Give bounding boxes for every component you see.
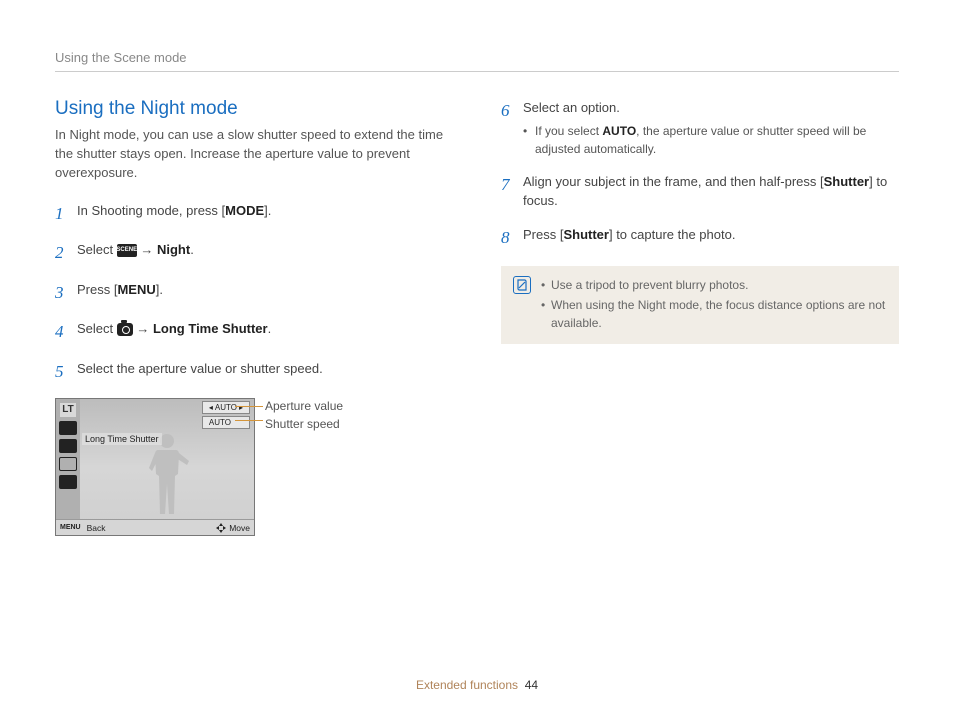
- left-column: Using the Night mode In Night mode, you …: [55, 98, 453, 546]
- step-4: 4 Select → Long Time Shutter.: [55, 319, 453, 345]
- mode-key: MODE: [225, 203, 264, 218]
- lcd-mode-label: Long Time Shutter: [82, 433, 162, 445]
- step-pre: Press [: [523, 227, 563, 242]
- lcd-icon: [59, 421, 77, 435]
- callout-shutter: Shutter speed: [265, 416, 343, 432]
- menu-key: MENU: [117, 282, 155, 297]
- step-suffix: ].: [156, 282, 163, 297]
- step-number: 1: [55, 201, 67, 227]
- section-header: Using the Scene mode: [55, 50, 899, 72]
- scene-icon: SCENE: [117, 244, 137, 257]
- callout-aperture: Aperture value: [265, 398, 343, 414]
- lcd-main: ◂AUTO▸ AUTO Long Time Shutter: [80, 399, 254, 519]
- step-6: 6 Select an option. If you select AUTO, …: [501, 98, 899, 158]
- step-sub-bullet: If you select AUTO, the aperture value o…: [523, 122, 899, 158]
- step-number: 8: [501, 225, 513, 251]
- shutter-auto: AUTO: [209, 417, 231, 428]
- step-3: 3 Press [MENU].: [55, 280, 453, 306]
- shutter-pill: AUTO: [202, 416, 250, 429]
- camera-icon: [117, 323, 133, 336]
- step-main: Select an option.: [523, 100, 620, 115]
- step-text: Press [Shutter] to capture the photo.: [523, 225, 899, 251]
- step-1: 1 In Shooting mode, press [MODE].: [55, 201, 453, 227]
- lcd-icon: [59, 475, 77, 489]
- step-number: 6: [501, 98, 513, 158]
- step-text: Align your subject in the frame, and the…: [523, 172, 899, 211]
- page-footer: Extended functions 44: [0, 678, 954, 692]
- step-post: ] to capture the photo.: [609, 227, 735, 242]
- step-text: Select → Long Time Shutter.: [77, 319, 453, 345]
- move-label: Move: [229, 523, 250, 533]
- callout-line: [235, 406, 263, 407]
- step-7: 7 Align your subject in the frame, and t…: [501, 172, 899, 211]
- lcd-icon: [59, 457, 77, 471]
- page-title: Using the Night mode: [55, 98, 453, 120]
- note-item: When using the Night mode, the focus dis…: [541, 296, 887, 332]
- camera-lcd-screenshot: LT ◂AUTO▸ AUTO: [55, 398, 255, 536]
- step-5: 5 Select the aperture value or shutter s…: [55, 359, 453, 385]
- step-2: 2 Select SCENE → Night.: [55, 240, 453, 266]
- step-number: 3: [55, 280, 67, 306]
- long-time-shutter-label: Long Time Shutter: [153, 321, 268, 336]
- step-prefix: Select: [77, 242, 117, 257]
- lcd-icon: [59, 439, 77, 453]
- callout-line: [235, 420, 263, 421]
- note-box: Use a tripod to prevent blurry photos. W…: [501, 266, 899, 344]
- step-suffix: .: [268, 321, 272, 336]
- step-number: 2: [55, 240, 67, 266]
- page-number: 44: [525, 678, 538, 692]
- shutter-key: Shutter: [563, 227, 609, 242]
- step-text: Press [MENU].: [77, 280, 453, 306]
- note-list: Use a tripod to prevent blurry photos. W…: [541, 276, 887, 334]
- back-label: Back: [87, 523, 106, 533]
- shutter-key: Shutter: [824, 174, 870, 189]
- aperture-pill: ◂AUTO▸: [202, 401, 250, 414]
- lcd-wrap: LT ◂AUTO▸ AUTO: [55, 398, 453, 536]
- step-pre: Align your subject in the frame, and the…: [523, 174, 824, 189]
- step-text: In Shooting mode, press [MODE].: [77, 201, 453, 227]
- step-text: Select SCENE → Night.: [77, 240, 453, 266]
- bullet-pre: If you select: [535, 124, 602, 138]
- night-label: Night: [157, 242, 190, 257]
- intro-paragraph: In Night mode, you can use a slow shutte…: [55, 126, 453, 183]
- footer-section: Extended functions: [416, 678, 518, 692]
- step-prefix: In Shooting mode, press [: [77, 203, 225, 218]
- note-item: Use a tripod to prevent blurry photos.: [541, 276, 887, 294]
- lcd-body: LT ◂AUTO▸ AUTO: [56, 399, 254, 519]
- step-8: 8 Press [Shutter] to capture the photo.: [501, 225, 899, 251]
- callouts: Aperture value Shutter speed: [265, 398, 343, 434]
- step-prefix: Select: [77, 321, 117, 336]
- step-suffix: ].: [264, 203, 271, 218]
- step-prefix: Press [: [77, 282, 117, 297]
- note-icon: [513, 276, 531, 294]
- content-columns: Using the Night mode In Night mode, you …: [55, 98, 899, 546]
- arrow: →: [137, 242, 157, 257]
- right-column: 6 Select an option. If you select AUTO, …: [501, 98, 899, 546]
- menu-key-small: MENU: [60, 524, 81, 531]
- step-number: 5: [55, 359, 67, 385]
- step-text: Select an option. If you select AUTO, th…: [523, 98, 899, 158]
- arrow: →: [133, 321, 153, 336]
- step-number: 4: [55, 319, 67, 345]
- lt-badge: LT: [60, 403, 75, 417]
- auto-key: AUTO: [602, 124, 636, 138]
- dpad-icon: [216, 523, 226, 533]
- step-suffix: .: [190, 242, 194, 257]
- lcd-sidebar: LT: [56, 399, 80, 519]
- step-text: Select the aperture value or shutter spe…: [77, 359, 453, 385]
- move-group: Move: [216, 523, 250, 533]
- aperture-auto: AUTO: [215, 402, 237, 413]
- step-number: 7: [501, 172, 513, 211]
- lcd-footer: MENU Back Move: [56, 519, 254, 535]
